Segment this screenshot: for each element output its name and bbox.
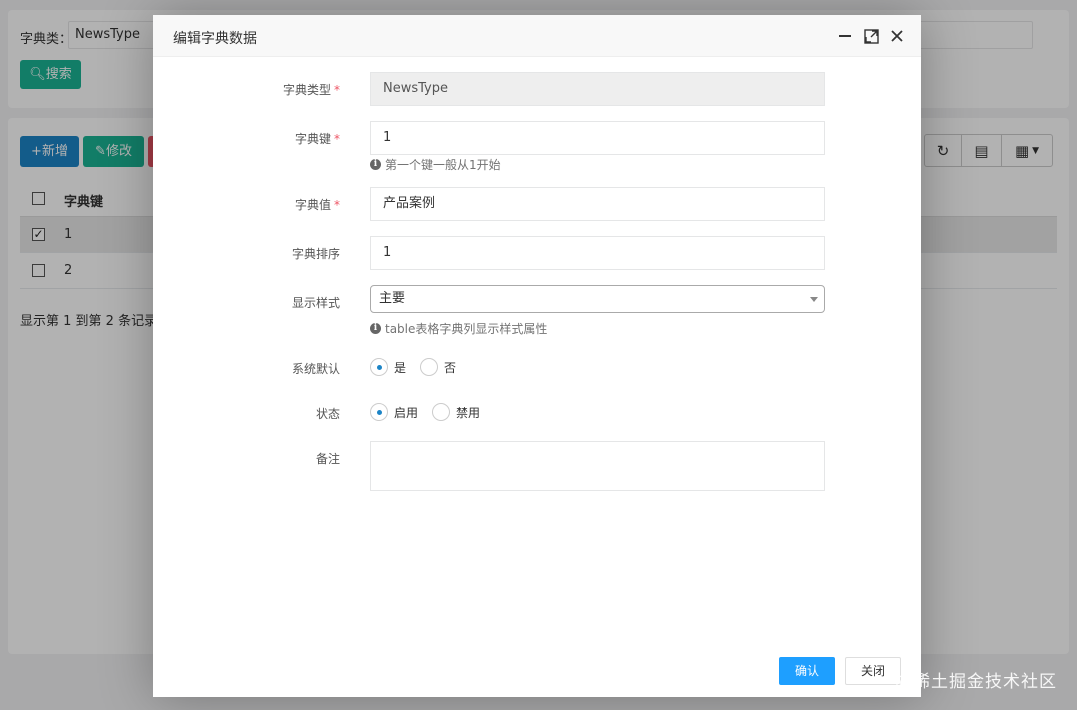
display-style-selected: 主要 (379, 291, 406, 306)
maximize-icon[interactable] (862, 26, 880, 46)
is-default-no-radio[interactable] (420, 358, 439, 376)
dict-key-help: i 第一个键一般从1开始 (370, 156, 501, 173)
status-radio-group: 启用 禁用 (370, 403, 494, 421)
is-default-radio-group: 是 否 (370, 358, 470, 376)
status-enable-radio[interactable] (370, 403, 388, 421)
is-default-label: 系统默认 (291, 362, 340, 376)
remark-label: 备注 (315, 452, 340, 466)
dict-key-input[interactable]: 1 (370, 121, 825, 155)
remark-textarea[interactable] (370, 441, 825, 491)
info-icon: i (370, 159, 381, 170)
caret-down-icon (810, 297, 818, 302)
dict-value-label: 字典值 * (294, 198, 340, 212)
is-default-yes-radio[interactable] (370, 358, 388, 376)
is-default-no-label[interactable]: 否 (444, 359, 456, 376)
status-label: 状态 (315, 407, 340, 421)
dict-type-label: 字典类型 * (282, 83, 340, 97)
display-style-label: 显示样式 (291, 296, 340, 310)
minimize-icon[interactable] (836, 26, 854, 46)
status-enable-label[interactable]: 启用 (394, 404, 418, 421)
dict-sort-label: 字典排序 (291, 247, 340, 261)
dict-type-field: NewsType (370, 72, 825, 106)
dialog-title: 编辑字典数据 (173, 31, 257, 47)
info-icon: i (370, 323, 381, 334)
dict-key-label: 字典键 * (294, 132, 340, 146)
confirm-button[interactable]: 确认 (779, 657, 835, 685)
required-mark: * (334, 132, 340, 146)
display-style-help: i table表格字典列显示样式属性 (370, 320, 547, 337)
close-icon[interactable] (888, 26, 906, 46)
dialog-header: 编辑字典数据 (153, 15, 921, 57)
is-default-yes-label[interactable]: 是 (394, 359, 406, 376)
dict-sort-input[interactable]: 1 (370, 236, 825, 270)
display-style-select[interactable]: 主要 (370, 285, 825, 313)
dict-value-input[interactable]: 产品案例 (370, 187, 825, 221)
required-mark: * (334, 198, 340, 212)
status-disable-label[interactable]: 禁用 (456, 404, 480, 421)
status-disable-radio[interactable] (432, 403, 451, 421)
required-mark: * (334, 83, 340, 97)
edit-dict-data-dialog: 编辑字典数据 字典类型 * NewsType 字典键 * 1 i 第一个键一般从1开始… (153, 15, 921, 697)
close-button[interactable]: 关闭 (845, 657, 901, 685)
watermark: @稀土掘金技术社区 (895, 672, 1057, 692)
